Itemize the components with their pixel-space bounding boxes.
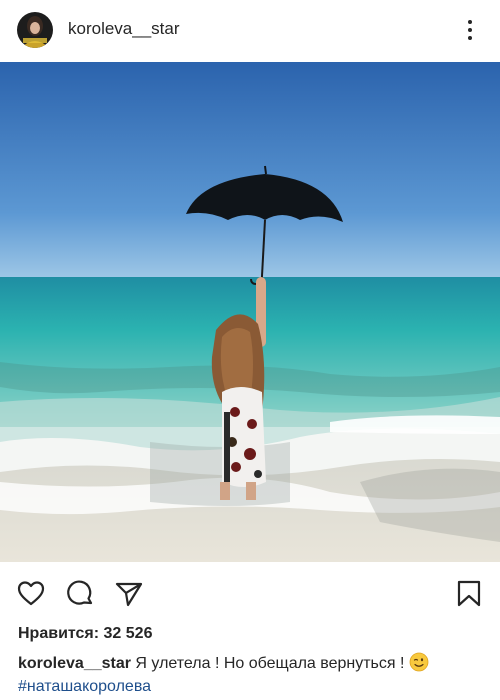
post-header: koroleva__star [0, 0, 500, 62]
avatar[interactable] [17, 12, 53, 48]
post-username[interactable]: koroleva__star [68, 19, 180, 39]
comment-bubble-icon[interactable] [65, 578, 95, 608]
post-caption: koroleva__star Я улетела ! Но обещала ве… [18, 652, 488, 673]
more-vertical-icon[interactable] [460, 17, 480, 43]
caption-username[interactable]: koroleva__star [18, 655, 131, 672]
winking-face-emoji-icon [409, 652, 429, 672]
likes-count[interactable]: Нравится: 32 526 [18, 625, 152, 643]
post-photo[interactable] [0, 62, 500, 562]
hashtag-link[interactable]: #наташакоролева [18, 678, 151, 696]
beach-umbrella-photo [0, 62, 500, 562]
paper-plane-icon[interactable] [114, 578, 144, 608]
post-actions [0, 572, 500, 612]
heart-outline-icon[interactable] [16, 578, 46, 608]
caption-text: Я улетела ! Но обещала вернуться ! [130, 655, 405, 672]
bookmark-icon[interactable] [454, 578, 484, 608]
